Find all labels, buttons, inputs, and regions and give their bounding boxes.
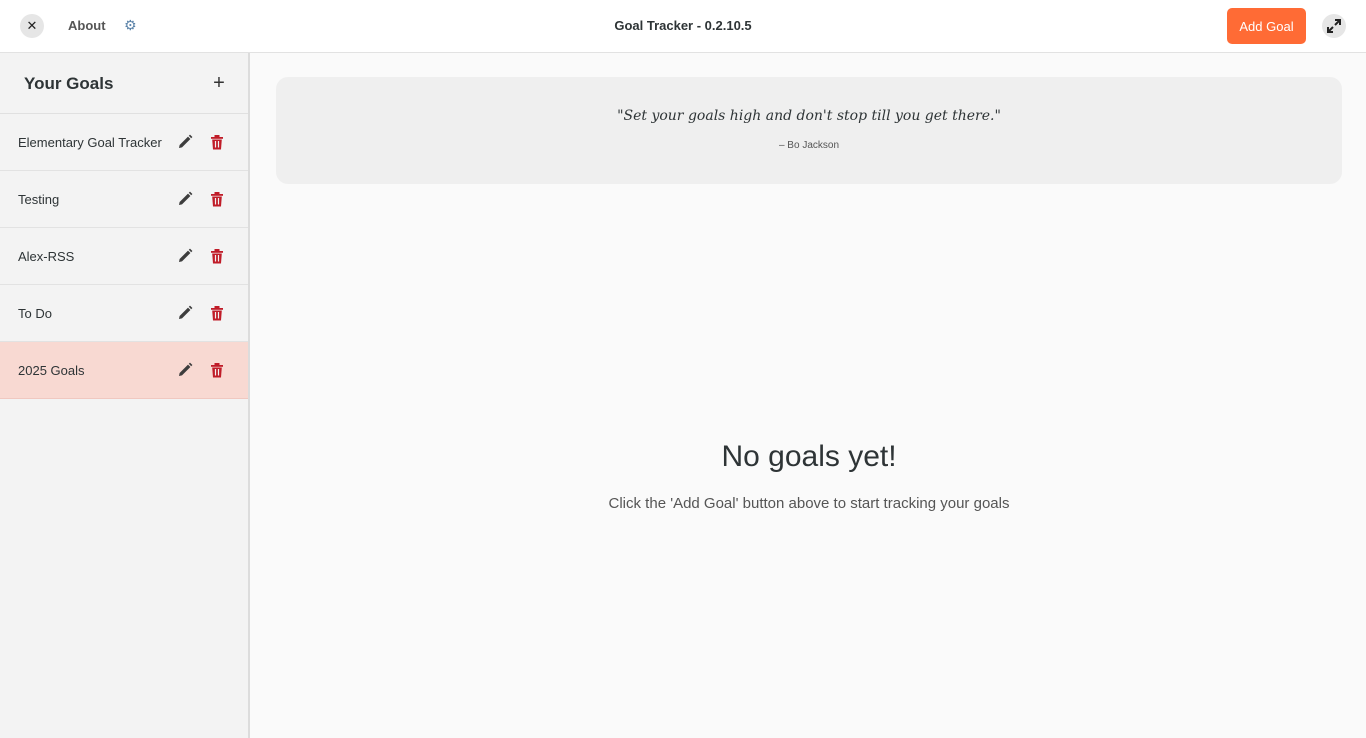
sidebar-title: Your Goals <box>24 74 114 93</box>
sidebar-header: Your Goals + <box>0 53 248 114</box>
quote-card: "Set your goals high and don't stop till… <box>276 77 1342 184</box>
sidebar: Your Goals + Elementary Goal Tracker Test… <box>0 53 250 738</box>
trash-icon[interactable] <box>209 248 225 264</box>
pencil-icon[interactable] <box>177 248 193 264</box>
empty-state-title: No goals yet! <box>721 440 897 473</box>
goal-label: 2025 Goals <box>18 363 85 378</box>
trash-icon[interactable] <box>209 362 225 378</box>
goal-list: Elementary Goal Tracker Testing Alex-RSS To… <box>0 114 248 399</box>
maximize-icon <box>1327 19 1341 33</box>
pencil-icon[interactable] <box>177 191 193 207</box>
goal-list-item[interactable]: Alex-RSS <box>0 228 248 285</box>
empty-state-subtitle: Click the 'Add Goal' button above to sta… <box>608 495 1010 512</box>
header-bar: ✕ About ⚙ Goal Tracker - 0.2.10.5 Add Go… <box>0 0 1366 53</box>
goal-label: Testing <box>18 192 60 207</box>
goal-list-item[interactable]: To Do <box>0 285 248 342</box>
goal-label: Elementary Goal Tracker <box>18 135 162 150</box>
maximize-button[interactable] <box>1322 14 1346 38</box>
quote-text: "Set your goals high and don't stop till… <box>617 108 1001 124</box>
goal-label: Alex-RSS <box>18 249 75 264</box>
quote-author: – Bo Jackson <box>778 140 840 151</box>
goal-list-item[interactable]: Testing <box>0 171 248 228</box>
trash-icon[interactable] <box>209 305 225 321</box>
pencil-icon[interactable] <box>177 362 193 378</box>
add-goal-button[interactable]: Add Goal <box>1227 8 1306 44</box>
goal-label: To Do <box>18 306 52 321</box>
goal-list-item[interactable]: Elementary Goal Tracker <box>0 114 248 171</box>
pencil-icon[interactable] <box>177 305 193 321</box>
goal-list-item[interactable]: 2025 Goals <box>0 342 248 399</box>
trash-icon[interactable] <box>209 191 225 207</box>
trash-icon[interactable] <box>209 134 225 150</box>
window-title: Goal Tracker - 0.2.10.5 <box>614 18 752 33</box>
pencil-icon[interactable] <box>177 134 193 150</box>
add-goal-sidebar-icon[interactable]: + <box>209 73 229 93</box>
